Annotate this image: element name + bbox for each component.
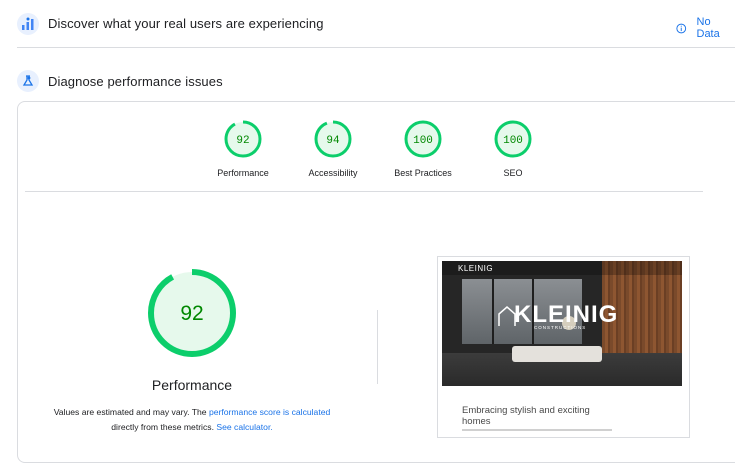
diagnose-title: Diagnose performance issues: [48, 74, 223, 89]
info-icon: [676, 23, 687, 34]
hero-image: KLEINIG KLEINIG CONSTRUCTIONS: [442, 261, 682, 386]
score-calculated-link[interactable]: performance score is calculated: [209, 407, 330, 417]
site-heading: Embracing stylish and exciting homes: [462, 405, 602, 427]
gauge-accessibility[interactable]: 94 Accessibility: [293, 119, 373, 178]
gauge-performance[interactable]: 92 Performance: [203, 119, 283, 178]
final-screenshot-thumbnail[interactable]: KLEINIG KLEINIG CONSTRUCTIONS Embracing …: [437, 256, 690, 438]
site-navbar: KLEINIG: [442, 261, 682, 275]
note-text-1: Values are estimated and may vary. The: [54, 407, 209, 417]
vertical-separator: [377, 310, 378, 384]
gauge-seo[interactable]: 100 SEO: [473, 119, 553, 178]
score-ring-best-practices: 100: [403, 119, 443, 159]
gauge-label-accessibility: Accessibility: [293, 168, 373, 178]
site-nav-logo: KLEINIG: [458, 264, 493, 273]
gauges-divider: [25, 191, 703, 192]
score-ring-seo: 100: [493, 119, 533, 159]
gauge-label-seo: SEO: [473, 168, 553, 178]
score-note: Values are estimated and may vary. The p…: [40, 405, 344, 435]
see-calculator-link[interactable]: See calculator.: [216, 422, 272, 432]
note-text-2: directly from these metrics.: [111, 422, 216, 432]
section-divider: [17, 47, 735, 48]
window-frame: [492, 279, 494, 344]
gauge-label-best-practices: Best Practices: [383, 168, 463, 178]
score-ring-accessibility: 94: [313, 119, 353, 159]
site-body-line: [462, 429, 612, 431]
gauge-best-practices[interactable]: 100 Best Practices: [383, 119, 463, 178]
site-brand-sub: CONSTRUCTIONS: [534, 325, 586, 330]
users-icon: [17, 13, 39, 35]
svg-text:94: 94: [326, 135, 340, 147]
gauge-label-performance: Performance: [203, 168, 283, 178]
score-ring-performance: 92: [223, 119, 263, 159]
no-data-link[interactable]: No Data: [676, 16, 735, 40]
svg-text:100: 100: [503, 135, 523, 147]
main-score-gauge: 92: [146, 267, 238, 359]
discover-title: Discover what your real users are experi…: [48, 16, 324, 31]
no-data-label: No Data: [697, 16, 735, 40]
sofa-image: [512, 346, 602, 362]
main-score-label: Performance: [120, 377, 264, 393]
svg-text:92: 92: [236, 135, 249, 147]
svg-text:100: 100: [413, 135, 433, 147]
lab-flask-icon: [17, 70, 39, 92]
main-score-value: 92: [180, 302, 203, 325]
